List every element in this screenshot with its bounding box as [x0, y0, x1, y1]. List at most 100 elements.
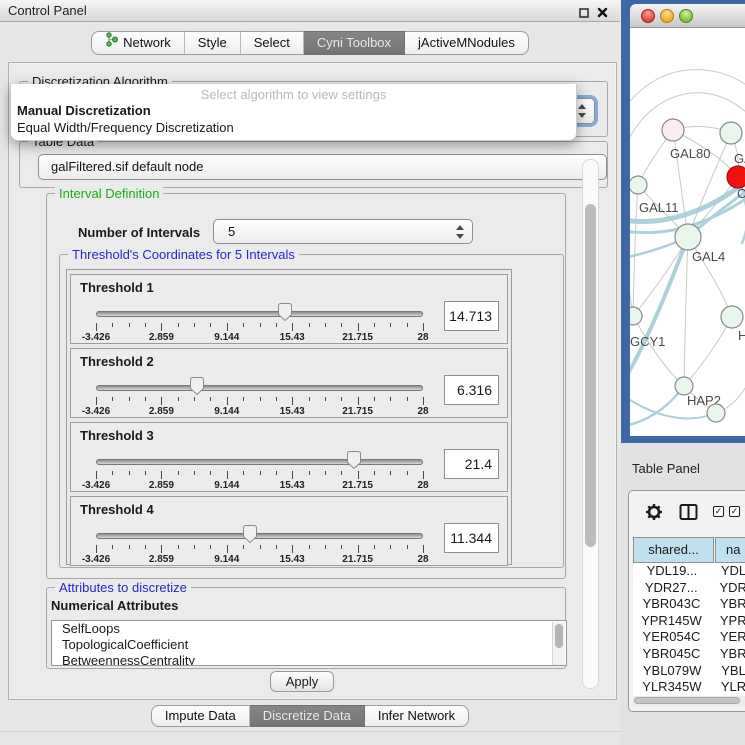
tab-discretize-data[interactable]: Discretize Data: [250, 705, 365, 727]
tab-jactivemnodules[interactable]: jActiveMNodules: [405, 31, 529, 55]
threshold-value-field[interactable]: 21.4: [444, 449, 499, 479]
dropdown-option-equal-width-frequency[interactable]: Equal Width/Frequency Discretization: [17, 120, 234, 135]
close-icon[interactable]: [597, 5, 608, 23]
slider-track[interactable]: [96, 459, 423, 465]
table-cell[interactable]: YDR27...: [633, 580, 709, 597]
slider-tick-labels: -3.4262.8599.14415.4321.71528: [96, 332, 423, 343]
slider-tick: [407, 545, 408, 549]
table-cell[interactable]: YER054C: [633, 629, 710, 646]
table-cell[interactable]: YBR04: [710, 596, 745, 613]
split-columns-icon[interactable]: [679, 503, 698, 526]
table-cell[interactable]: YBL07: [711, 663, 745, 680]
table-data-combobox[interactable]: galFiltered.sif default node: [38, 154, 607, 180]
table-cell[interactable]: YER05: [710, 629, 745, 646]
network-node[interactable]: [707, 404, 725, 422]
list-item[interactable]: TopologicalCoefficient: [52, 637, 566, 653]
checkbox-icon[interactable]: ✓: [729, 506, 740, 517]
table-cell[interactable]: YLR345W: [633, 679, 711, 696]
threshold-row: Threshold 2 -3.4262.8599.14415.4321.7152…: [70, 348, 508, 418]
table-cell[interactable]: YPR14: [710, 613, 745, 630]
tab-select[interactable]: Select: [241, 31, 304, 55]
slider-tick: [423, 545, 424, 553]
network-node[interactable]: [721, 306, 743, 328]
network-node[interactable]: [727, 166, 745, 188]
table-row[interactable]: YDR27...YDR27: [633, 580, 745, 597]
threshold-value-field[interactable]: 11.344: [444, 523, 499, 553]
table-row[interactable]: YBL079WYBL07: [633, 663, 745, 680]
table-row[interactable]: YBR043CYBR04: [633, 596, 745, 613]
table-cell[interactable]: YPR145W: [633, 613, 710, 630]
slider-track[interactable]: [96, 385, 423, 391]
scrollbar-thumb[interactable]: [634, 697, 740, 704]
slider-tick-label: 15.43: [280, 480, 305, 491]
table-cell[interactable]: YBR043C: [633, 596, 710, 613]
tab-style[interactable]: Style: [185, 31, 241, 55]
number-of-intervals-combobox[interactable]: 5: [213, 219, 473, 244]
network-node[interactable]: [720, 122, 742, 144]
table-row[interactable]: YDL19...YDL19: [633, 563, 745, 580]
tab-infer-network[interactable]: Infer Network: [365, 705, 469, 727]
table-hscrollbar[interactable]: [632, 696, 745, 706]
float-window-icon[interactable]: [579, 5, 589, 23]
slider-tick: [178, 545, 179, 549]
slider-tick-label: 9.144: [214, 554, 239, 565]
slider-tick: [194, 323, 195, 327]
network-canvas[interactable]: GAL80GACGAL11GAL4GCY1HHAP2: [630, 28, 745, 436]
table-cell[interactable]: YDL19...: [633, 563, 711, 580]
combo-stepper-icon: [578, 104, 587, 118]
slider-tick: [276, 545, 277, 549]
minimize-traffic-light[interactable]: [660, 9, 674, 23]
threshold-value-field[interactable]: 6.316: [444, 375, 499, 405]
threshold-value-field[interactable]: 14.713: [444, 301, 499, 331]
slider-tick-label: 9.144: [214, 406, 239, 417]
network-node[interactable]: [662, 119, 684, 141]
table-row[interactable]: YLR345WYLR34: [633, 679, 745, 696]
table-cell[interactable]: YDL19: [711, 563, 745, 580]
list-item[interactable]: BetweennessCentrality: [52, 653, 566, 666]
table-cell[interactable]: YLR34: [711, 679, 745, 696]
scrollbar-thumb[interactable]: [555, 624, 563, 648]
network-node[interactable]: [630, 176, 647, 194]
apply-button[interactable]: Apply: [270, 671, 334, 692]
tab-network[interactable]: Network: [91, 31, 185, 55]
network-node-label: GAL80: [670, 146, 710, 161]
table-cell[interactable]: YDR27: [709, 580, 745, 597]
table-cell[interactable]: YBR04: [710, 646, 745, 663]
close-traffic-light[interactable]: [641, 9, 655, 23]
tab-cyni-toolbox[interactable]: Cyni Toolbox: [304, 31, 405, 55]
slider-tick: [178, 397, 179, 401]
slider-thumb[interactable]: [277, 302, 293, 322]
network-node[interactable]: [630, 307, 642, 325]
slider-tick: [210, 397, 211, 401]
column-header-name[interactable]: na: [715, 537, 745, 563]
dropdown-option-manual-discretization[interactable]: Manual Discretization: [17, 103, 151, 118]
slider-tick: [276, 397, 277, 401]
panel-scrollbar[interactable]: [582, 159, 599, 689]
zoom-traffic-light[interactable]: [679, 9, 693, 23]
slider-tick: [423, 323, 424, 331]
network-node[interactable]: [675, 224, 701, 250]
table-row[interactable]: YPR145WYPR14: [633, 613, 745, 630]
slider-tick: [161, 471, 162, 479]
gear-icon[interactable]: [645, 503, 663, 526]
slider-tick: [210, 545, 211, 549]
network-window-titlebar[interactable]: [630, 4, 745, 28]
column-header-shared-name[interactable]: shared...: [633, 537, 714, 563]
slider-tick-marks: [96, 323, 423, 331]
slider-tick: [178, 471, 179, 475]
slider-thumb[interactable]: [189, 376, 205, 396]
scrollbar-thumb[interactable]: [585, 204, 596, 547]
slider-track[interactable]: [96, 533, 423, 539]
list-item[interactable]: SelfLoops: [52, 621, 566, 637]
slider-track[interactable]: [96, 311, 423, 317]
table-row[interactable]: YER054CYER05: [633, 629, 745, 646]
tab-impute-data[interactable]: Impute Data: [151, 705, 250, 727]
table-cell[interactable]: YBL079W: [633, 663, 711, 680]
slider-thumb[interactable]: [242, 524, 258, 544]
table-row[interactable]: YBR045CYBR04: [633, 646, 745, 663]
checkbox-icon[interactable]: ✓: [713, 506, 724, 517]
list-scrollbar[interactable]: [552, 622, 565, 666]
slider-tick: [129, 323, 130, 327]
table-cell[interactable]: YBR045C: [633, 646, 710, 663]
slider-thumb[interactable]: [346, 450, 362, 470]
